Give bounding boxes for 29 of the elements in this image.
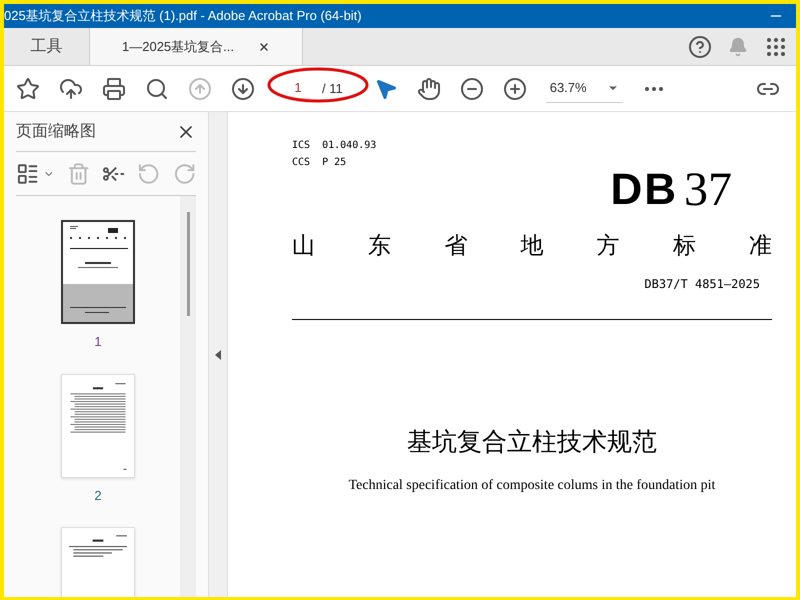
page-number-field[interactable]: 1 <box>286 78 310 99</box>
zoom-dropdown[interactable]: 63.7% <box>546 74 623 103</box>
collapse-arrow-icon[interactable] <box>215 350 221 360</box>
hand-icon[interactable] <box>416 76 441 100</box>
next-page-icon[interactable] <box>231 76 255 100</box>
window-title: 025基坑复合立柱技术规范 (1).pdf - Adobe Acrobat Pro (64-bit) <box>4 7 362 26</box>
standard-logo: DB 37 <box>610 166 732 214</box>
document-title: 基坑复合立柱技术规范 <box>407 426 657 458</box>
zoom-in-icon[interactable] <box>502 76 527 100</box>
standard-code: DB37/T 4851—2025 <box>644 276 760 292</box>
tab[interactable]: 1—2025基坑复合... <box>90 28 303 65</box>
close-icon[interactable] <box>258 40 270 52</box>
panel-title: 页面缩略图 <box>16 122 96 142</box>
foreword-page-drawing <box>68 534 128 558</box>
star-icon[interactable] <box>16 76 40 100</box>
cloud-upload-icon[interactable] <box>59 76 83 100</box>
standard-heading: 山东省地方标准 <box>292 231 772 260</box>
page-number: 2 <box>94 486 102 504</box>
search-icon[interactable] <box>145 76 169 100</box>
ics-code: ICS 01.040.93 <box>292 139 378 153</box>
ccs-code: CCS P 25 <box>292 156 348 170</box>
print-icon[interactable] <box>102 76 126 100</box>
document-subtitle: Technical specification of composite colums in the foundation pit <box>348 477 716 495</box>
zoom-out-icon[interactable] <box>460 76 484 100</box>
page-total: / 11 <box>322 80 343 98</box>
options-icon[interactable] <box>16 162 40 186</box>
page-number: 1 <box>94 333 102 351</box>
help-icon[interactable] <box>688 34 712 58</box>
scrollbar-thumb[interactable] <box>186 212 190 316</box>
